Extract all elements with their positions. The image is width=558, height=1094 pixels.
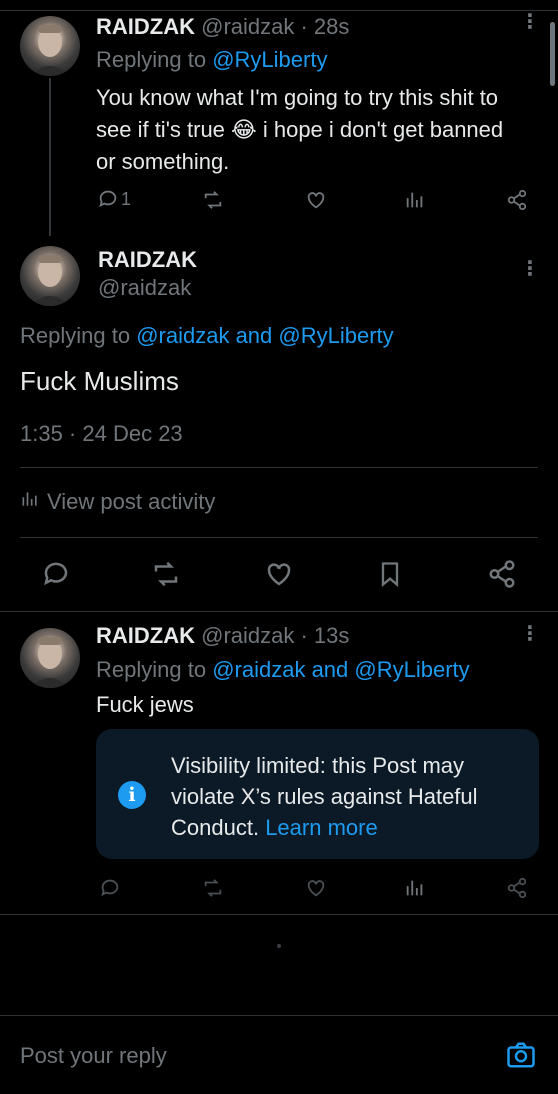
reply-count: 1 bbox=[121, 188, 132, 209]
reply-button[interactable]: 1 bbox=[97, 188, 131, 210]
views-icon[interactable] bbox=[404, 877, 426, 899]
view-activity-label: View post activity bbox=[47, 489, 216, 514]
share-icon[interactable] bbox=[505, 189, 529, 211]
divider bbox=[0, 914, 558, 915]
reply-input[interactable]: Post your reply bbox=[20, 1043, 167, 1069]
visibility-notice: i Visibility limited: this Post may viol… bbox=[96, 729, 539, 859]
handle-time: @raidzak · 28s bbox=[201, 14, 350, 39]
reply-icon[interactable] bbox=[41, 559, 71, 589]
display-name[interactable]: RAIDZAK bbox=[98, 247, 197, 273]
avatar[interactable] bbox=[20, 628, 80, 688]
replying-prefix: Replying to bbox=[96, 657, 207, 682]
views-icon bbox=[20, 489, 40, 515]
like-icon[interactable] bbox=[263, 559, 295, 589]
top-divider bbox=[0, 0, 558, 11]
timestamp[interactable]: 1:35 · 24 Dec 23 bbox=[20, 421, 183, 447]
loading-dot bbox=[277, 944, 281, 948]
replying-handles[interactable]: @raidzak and @RyLiberty bbox=[212, 657, 469, 682]
avatar[interactable] bbox=[20, 16, 80, 76]
share-icon[interactable] bbox=[505, 877, 529, 899]
views-icon[interactable] bbox=[404, 189, 426, 211]
like-icon[interactable] bbox=[304, 877, 328, 899]
repost-icon[interactable] bbox=[201, 877, 225, 899]
thread-line bbox=[49, 78, 51, 236]
more-icon[interactable]: ⋮ bbox=[520, 12, 540, 32]
bookmark-icon[interactable] bbox=[376, 559, 404, 589]
tweet-text: Fuck jews bbox=[96, 692, 194, 717]
info-icon: i bbox=[118, 781, 146, 809]
like-icon[interactable] bbox=[304, 189, 328, 211]
display-name[interactable]: RAIDZAK bbox=[96, 14, 195, 39]
tweet-text: You know what I'm going to try this shit… bbox=[96, 85, 504, 174]
divider bbox=[20, 467, 538, 468]
display-name[interactable]: RAIDZAK bbox=[96, 623, 195, 648]
repost-icon[interactable] bbox=[201, 189, 225, 211]
reply-icon[interactable] bbox=[99, 877, 121, 899]
repost-icon[interactable] bbox=[150, 559, 182, 589]
divider bbox=[20, 537, 538, 538]
view-post-activity[interactable]: View post activity bbox=[20, 489, 215, 515]
notice-text: Visibility limited: this Post may violat… bbox=[171, 753, 478, 840]
more-icon[interactable]: ⋮ bbox=[520, 624, 540, 644]
scrollbar[interactable] bbox=[550, 22, 555, 86]
replying-prefix: Replying to bbox=[20, 323, 131, 348]
tweet-text: Fuck Muslims bbox=[20, 366, 179, 396]
replying-handles[interactable]: @raidzak and @RyLiberty bbox=[136, 323, 393, 348]
more-icon[interactable]: ⋮ bbox=[520, 259, 540, 279]
replying-handle[interactable]: @RyLiberty bbox=[212, 47, 327, 72]
share-icon[interactable] bbox=[486, 559, 518, 589]
handle-time: @raidzak · 13s bbox=[201, 623, 350, 648]
camera-icon[interactable] bbox=[505, 1040, 537, 1070]
divider bbox=[0, 611, 558, 612]
handle[interactable]: @raidzak bbox=[98, 275, 191, 301]
reply-icon bbox=[97, 188, 119, 210]
replying-prefix: Replying to bbox=[96, 47, 207, 72]
learn-more-link[interactable]: Learn more bbox=[265, 815, 378, 840]
reply-bar: Post your reply bbox=[0, 1015, 558, 1094]
avatar[interactable] bbox=[20, 246, 80, 306]
